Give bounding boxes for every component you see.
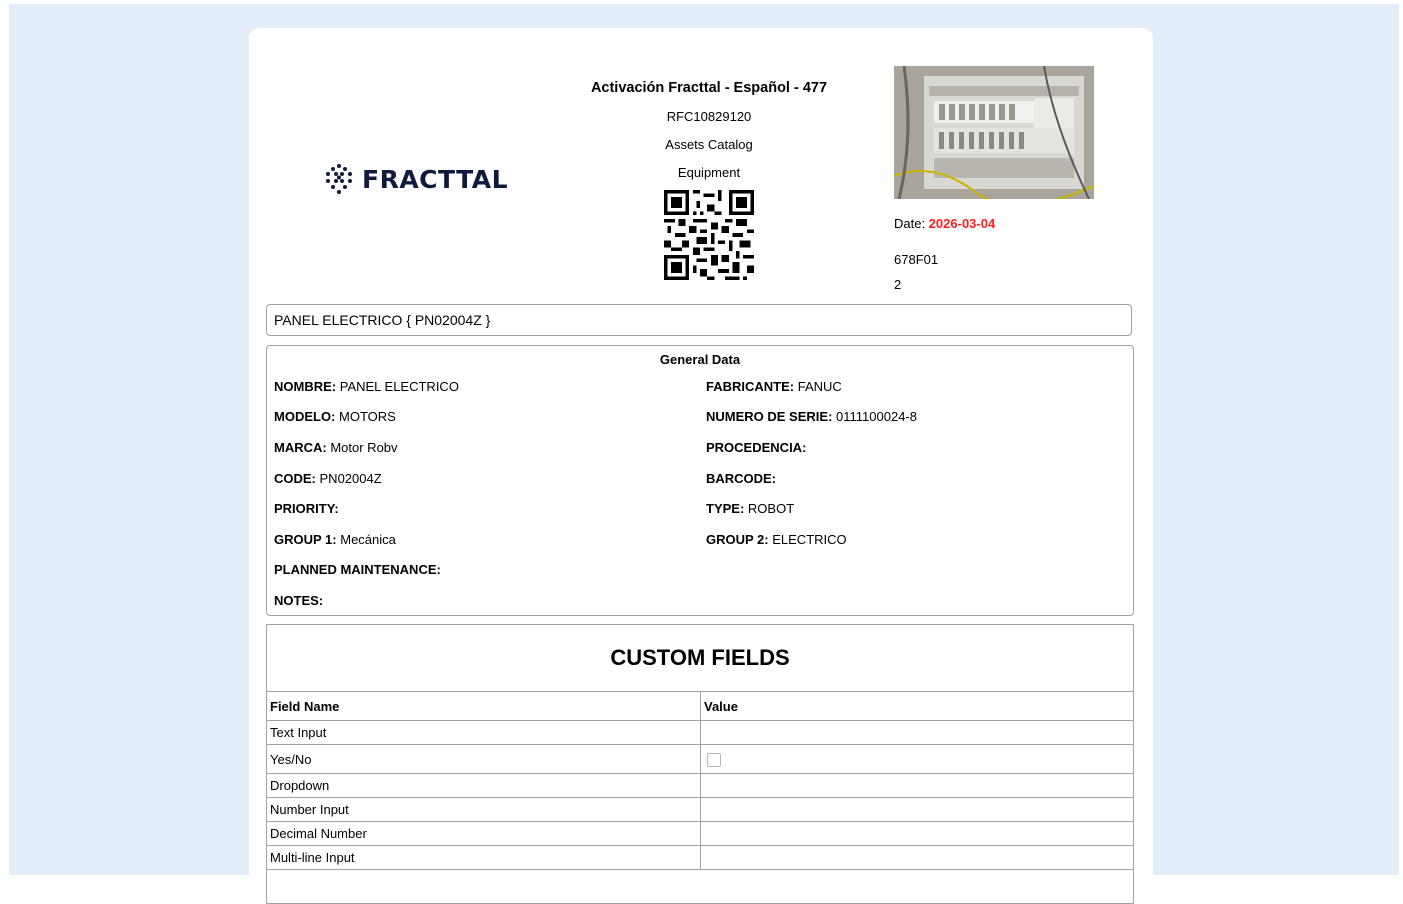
table-row: Decimal Number [266, 821, 1134, 846]
field-procedencia: PROCEDENCIA: [706, 440, 807, 455]
field-name-cell: Dropdown [266, 773, 701, 798]
general-data-section: General Data NOMBRE: PANEL ELECTRICO FAB… [266, 345, 1134, 616]
field-name-cell: Yes/No [266, 744, 701, 774]
custom-fields-title: CUSTOM FIELDS [610, 645, 790, 670]
field-barcode: BARCODE: [706, 471, 777, 486]
field-value-cell [700, 845, 1134, 870]
field-modelo: MODELO: MOTORS [274, 409, 396, 424]
rfc-number: RFC10829120 [666, 109, 752, 124]
report-title: Activación Fracttal - Español - 477 [590, 80, 828, 96]
field-name-cell: Multi-line Input [266, 845, 701, 870]
qr-code-icon [664, 190, 754, 280]
logo-text: FRACTTAL [362, 164, 509, 194]
field-group-2: GROUP 2: ELECTRICO [706, 532, 847, 547]
field-numero-de-serie: NUMERO DE SERIE: 0111100024-8 [706, 409, 917, 424]
general-data-title: General Data [659, 352, 741, 367]
report-sheet: FRACTTAL Activación Fracttal - Español -… [249, 28, 1153, 904]
column-header-value: Value [700, 691, 1134, 721]
field-value-cell [700, 821, 1134, 846]
catalog-name: Assets Catalog [665, 137, 753, 152]
field-name-cell: Number Input [266, 797, 701, 822]
table-row: Multi-line Input [266, 845, 1134, 870]
date-line: Date: 2026-03-04 [894, 216, 995, 241]
field-notes: NOTES: [274, 593, 324, 608]
field-group-1: GROUP 1: Mecánica [274, 532, 396, 547]
field-name-cell: Decimal Number [266, 821, 701, 846]
table-row: Text Input [266, 720, 1134, 745]
field-value-cell [700, 720, 1134, 745]
header-info: Activación Fracttal - Español - 477 RFC1… [579, 80, 839, 280]
table-header-row: Field Name Value [266, 691, 1134, 721]
custom-fields-section: CUSTOM FIELDS Field Name Value Text Inpu… [266, 624, 1134, 904]
column-header-field-name: Field Name [266, 691, 701, 721]
header-meta: Date: 2026-03-04 678F01 2 [894, 216, 995, 292]
equipment-photo [894, 66, 1094, 199]
table-row: Yes/No [266, 744, 1134, 774]
field-priority: PRIORITY: [274, 501, 339, 516]
yes-no-checkbox[interactable] [707, 752, 721, 767]
custom-fields-table: Field Name Value Text Input Yes/No Dropd… [266, 691, 1134, 870]
code-line: 678F01 [894, 252, 939, 267]
fracttal-logo: FRACTTAL [324, 163, 508, 195]
number-line: 2 [894, 277, 902, 292]
field-marca: MARCA: Motor Robv [274, 440, 398, 455]
field-name-cell: Text Input [266, 720, 701, 745]
date-value: 2026-03-04 [928, 216, 996, 231]
field-type: TYPE: ROBOT [706, 501, 795, 516]
field-value-cell [700, 773, 1134, 798]
category-name: Equipment [677, 165, 741, 180]
field-planned-maintenance: PLANNED MAINTENANCE: [274, 562, 441, 577]
field-value-cell [700, 744, 1134, 774]
table-row: Number Input [266, 797, 1134, 822]
field-fabricante: FABRICANTE: FANUC [706, 379, 842, 394]
fracttal-logo-icon [326, 164, 352, 194]
date-label: Date: [894, 216, 926, 231]
field-code: CODE: PN02004Z [274, 471, 382, 486]
table-row: Dropdown [266, 773, 1134, 798]
asset-title: PANEL ELECTRICO { PN02004Z } [266, 304, 1132, 336]
field-value-cell [700, 797, 1134, 822]
field-nombre: NOMBRE: PANEL ELECTRICO [274, 379, 459, 394]
